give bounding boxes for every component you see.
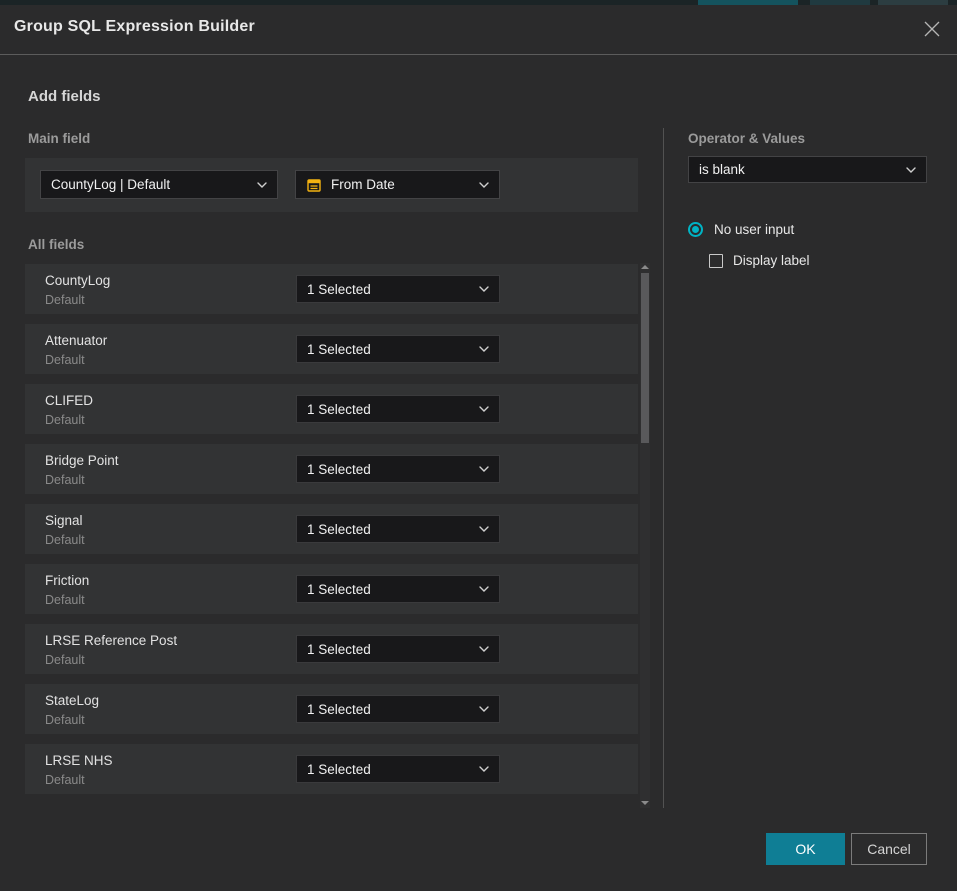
scroll-down-icon[interactable] [641, 801, 649, 805]
checkbox-unchecked-icon [709, 254, 723, 268]
field-name: Friction [45, 573, 89, 588]
list-scrollbar[interactable] [640, 263, 650, 808]
values-selected-value: 1 Selected [307, 522, 371, 537]
field-row: CLIFED Default 1 Selected [25, 384, 638, 434]
field-row: LRSE Reference Post Default 1 Selected [25, 624, 638, 674]
field-name: LRSE Reference Post [45, 633, 177, 648]
values-selected-dropdown[interactable]: 1 Selected [296, 575, 500, 603]
dialog-title: Group SQL Expression Builder [14, 18, 255, 36]
field-subtitle: Default [45, 773, 85, 787]
field-select-value: From Date [331, 177, 395, 192]
close-icon[interactable] [920, 17, 944, 41]
values-selected-value: 1 Selected [307, 402, 371, 417]
ok-button[interactable]: OK [766, 833, 845, 865]
field-subtitle: Default [45, 713, 85, 727]
operator-values-label: Operator & Values [688, 131, 805, 146]
chevron-down-icon [479, 526, 489, 532]
add-fields-heading: Add fields [28, 88, 101, 105]
values-selected-dropdown[interactable]: 1 Selected [296, 515, 500, 543]
main-field-panel: CountyLog | Default From Date [25, 158, 638, 212]
field-subtitle: Default [45, 353, 85, 367]
scrollbar-thumb[interactable] [641, 273, 649, 443]
values-selected-dropdown[interactable]: 1 Selected [296, 395, 500, 423]
field-row: Friction Default 1 Selected [25, 564, 638, 614]
dialog-titlebar: Group SQL Expression Builder [0, 5, 957, 55]
chevron-down-icon [479, 406, 489, 412]
field-name: StateLog [45, 693, 99, 708]
values-selected-value: 1 Selected [307, 702, 371, 717]
values-selected-dropdown[interactable]: 1 Selected [296, 335, 500, 363]
values-selected-value: 1 Selected [307, 342, 371, 357]
cancel-button[interactable]: Cancel [851, 833, 927, 865]
display-label-checkbox[interactable]: Display label [709, 253, 810, 268]
values-selected-dropdown[interactable]: 1 Selected [296, 275, 500, 303]
scroll-up-icon[interactable] [641, 265, 649, 269]
field-row: Bridge Point Default 1 Selected [25, 444, 638, 494]
field-subtitle: Default [45, 593, 85, 607]
operator-value: is blank [699, 162, 745, 177]
chevron-down-icon [257, 182, 267, 188]
operator-dropdown[interactable]: is blank [688, 156, 927, 183]
field-name: Signal [45, 513, 83, 528]
values-selected-value: 1 Selected [307, 642, 371, 657]
field-name: LRSE NHS [45, 753, 113, 768]
field-name: CLIFED [45, 393, 93, 408]
screen: Group SQL Expression Builder Add fields … [0, 0, 957, 891]
field-subtitle: Default [45, 653, 85, 667]
values-selected-value: 1 Selected [307, 582, 371, 597]
field-subtitle: Default [45, 533, 85, 547]
field-row: Signal Default 1 Selected [25, 504, 638, 554]
chevron-down-icon [906, 167, 916, 173]
field-name: Attenuator [45, 333, 107, 348]
display-label-text: Display label [733, 253, 810, 268]
values-selected-dropdown[interactable]: 1 Selected [296, 755, 500, 783]
chevron-down-icon [479, 466, 489, 472]
field-row: LRSE NHS Default 1 Selected [25, 744, 638, 794]
field-row: CountyLog Default 1 Selected [25, 264, 638, 314]
all-fields-label: All fields [28, 237, 84, 252]
chevron-down-icon [479, 182, 489, 188]
chevron-down-icon [479, 586, 489, 592]
values-selected-value: 1 Selected [307, 762, 371, 777]
field-row: Attenuator Default 1 Selected [25, 324, 638, 374]
chevron-down-icon [479, 766, 489, 772]
calendar-icon [306, 177, 322, 193]
field-subtitle: Default [45, 413, 85, 427]
no-user-input-radio[interactable]: No user input [688, 222, 794, 237]
chevron-down-icon [479, 346, 489, 352]
main-field-label: Main field [28, 131, 90, 146]
panel-divider [663, 128, 664, 808]
values-selected-dropdown[interactable]: 1 Selected [296, 455, 500, 483]
values-selected-dropdown[interactable]: 1 Selected [296, 695, 500, 723]
field-name: Bridge Point [45, 453, 119, 468]
layer-select-dropdown[interactable]: CountyLog | Default [40, 170, 278, 199]
no-user-input-label: No user input [714, 222, 794, 237]
values-selected-value: 1 Selected [307, 282, 371, 297]
radio-selected-icon [688, 222, 703, 237]
values-selected-value: 1 Selected [307, 462, 371, 477]
field-row: StateLog Default 1 Selected [25, 684, 638, 734]
chevron-down-icon [479, 286, 489, 292]
group-sql-expression-builder-dialog: Group SQL Expression Builder Add fields … [0, 5, 957, 891]
field-select-dropdown[interactable]: From Date [295, 170, 500, 199]
layer-select-value: CountyLog | Default [51, 177, 170, 192]
field-subtitle: Default [45, 293, 85, 307]
field-subtitle: Default [45, 473, 85, 487]
field-name: CountyLog [45, 273, 110, 288]
chevron-down-icon [479, 646, 489, 652]
all-fields-list: CountyLog Default 1 Selected Attenuator … [25, 264, 638, 794]
values-selected-dropdown[interactable]: 1 Selected [296, 635, 500, 663]
chevron-down-icon [479, 706, 489, 712]
